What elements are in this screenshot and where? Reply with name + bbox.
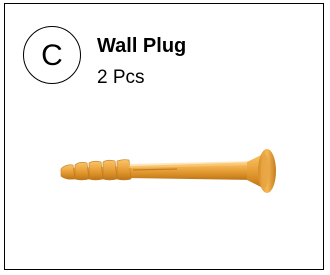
part-card: C Wall Plug 2 Pcs	[4, 3, 324, 270]
wall-plug-illustration	[60, 149, 276, 193]
part-quantity: 2 Pcs	[97, 67, 145, 88]
part-name: Wall Plug	[97, 35, 187, 57]
part-letter-badge: C	[23, 26, 81, 84]
